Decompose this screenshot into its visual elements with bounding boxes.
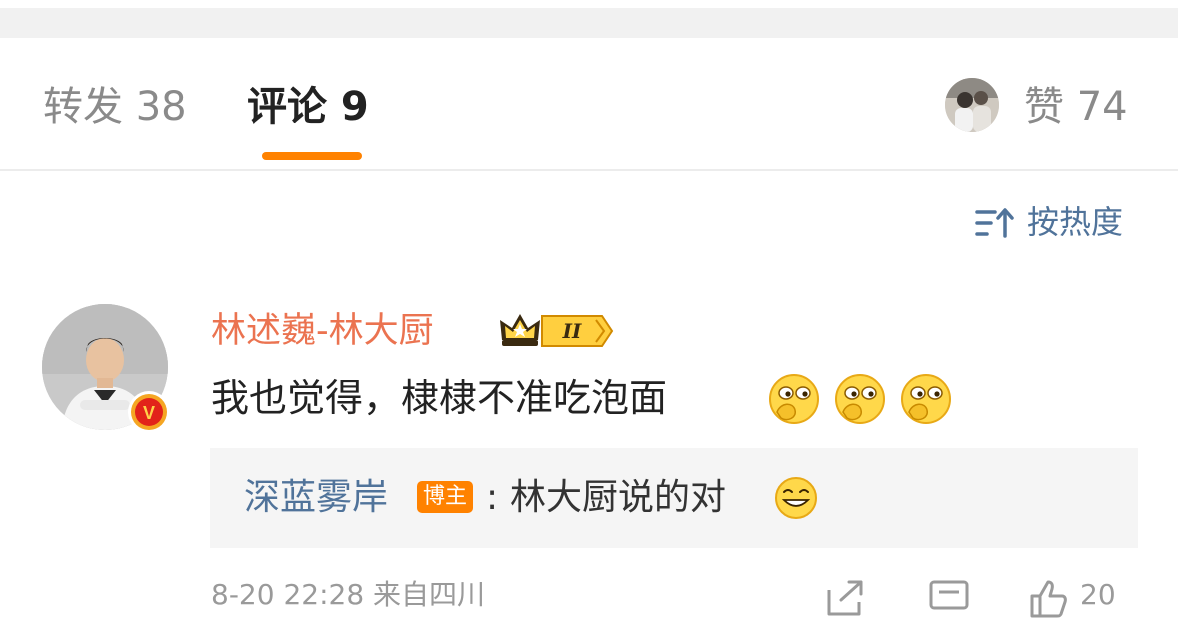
sort-label: 按热度 [1027, 203, 1124, 241]
top-spacer-band [0, 8, 1178, 38]
author-tag: 博主 [417, 481, 473, 513]
verified-badge-icon: V [128, 391, 170, 433]
thinking-face-emoji [901, 374, 951, 424]
reply-username[interactable]: 深蓝雾岸 [244, 472, 388, 524]
liker-avatar-image [945, 78, 999, 132]
grin-face-emoji [775, 477, 817, 519]
tab-likes[interactable]: 赞 74 [1024, 82, 1128, 132]
tab-divider [0, 169, 1178, 171]
comment-username[interactable]: 林述巍-林大厨 [211, 306, 434, 356]
reply-text: 林大厨说的对 [510, 477, 727, 518]
tab-repost[interactable]: 转发 38 [43, 82, 187, 132]
verified-badge-letter: V [143, 403, 155, 423]
liker-avatar[interactable] [945, 78, 999, 132]
crown-badge-icon[interactable]: II [498, 310, 614, 352]
thinking-face-emoji [835, 374, 885, 424]
reply-box[interactable]: 深蓝雾岸 博主 : 林大厨说的对 [210, 448, 1138, 548]
comment-icon[interactable] [927, 576, 971, 620]
tab-comment[interactable]: 评论 9 [247, 82, 369, 132]
sort-icon [975, 208, 1014, 238]
comment-meta: 8-20 22:28 来自四川 [211, 578, 486, 611]
thinking-face-emoji [769, 374, 819, 424]
reply-separator: : [486, 477, 499, 518]
top-spacer [0, 0, 1178, 38]
comment-like-count: 20 [1080, 578, 1116, 611]
share-icon[interactable] [823, 576, 867, 620]
active-tab-indicator [262, 152, 362, 160]
comment-text: 我也觉得，棣棣不准吃泡面 [211, 376, 668, 420]
thumbs-up-icon[interactable] [1026, 576, 1070, 620]
crown-badge-level: II [562, 319, 582, 343]
